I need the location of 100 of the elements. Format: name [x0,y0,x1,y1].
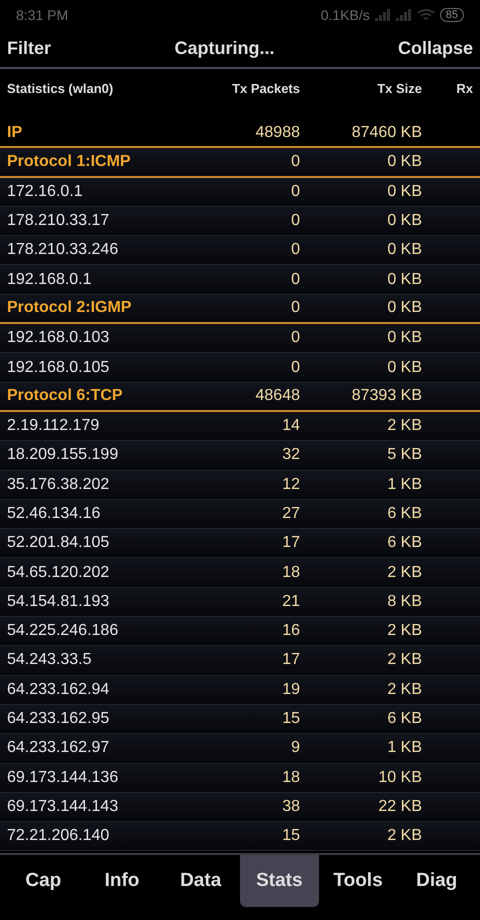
host-address: 178.210.33.17 [7,212,110,230]
tx-size: 0 KB [386,329,422,348]
tx-size: 87460 KB [350,124,422,142]
host-address: 64.233.162.97 [7,739,110,758]
host-row[interactable]: 54.154.81.193 21 8 KB [0,588,480,618]
host-row[interactable]: 64.233.162.94 19 2 KB [0,676,480,705]
tx-size: 2 KB [386,564,422,582]
wifi-icon [416,8,435,22]
nav-tab[interactable]: Info [82,855,162,907]
packet-count: 32 [281,446,300,464]
packet-count: 19 [281,680,300,699]
collapse-button[interactable]: Collapse [398,38,473,59]
protocol-row[interactable]: Protocol 6:TCP 48648 87393 KB [0,382,480,412]
host-address: 69.173.144.143 [7,798,120,816]
tx-size: 1 KB [386,476,422,494]
tx-size: 0 KB [386,270,422,289]
nav-tab[interactable]: Tools [318,855,398,907]
host-row[interactable]: 178.210.33.17 0 0 KB [0,206,480,236]
host-row[interactable]: 54.65.120.202 18 2 KB [0,558,480,588]
protocol-name: Protocol 2:IGMP [7,299,132,318]
packet-count: 21 [281,592,300,611]
tx-size: 6 KB [386,710,422,728]
host-row[interactable]: 69.173.144.136 18 10 KB [0,764,480,793]
tx-size: 87393 KB [350,387,422,406]
tx-size: 8 KB [386,592,422,611]
packet-count: 38 [281,798,300,816]
host-address: 52.46.134.16 [7,505,102,523]
protocol-row[interactable]: Protocol 2:IGMP 0 0 KB [0,294,480,324]
host-address: 54.243.33.5 [7,651,93,670]
packet-count: 17 [281,651,300,670]
packet-count: 0 [290,329,300,348]
column-header: Rx [455,80,473,96]
host-row[interactable]: 52.46.134.16 27 6 KB [0,500,480,530]
tx-size: 0 KB [386,152,422,171]
host-row[interactable]: 64.233.162.95 15 6 KB [0,704,480,734]
host-row[interactable]: 178.210.33.246 0 0 KB [0,236,480,266]
host-address: 178.210.33.246 [7,241,120,260]
tx-size: 1 KB [386,739,422,758]
packet-count: 18 [281,564,300,582]
battery-icon: 85 [440,8,464,22]
filter-button[interactable]: Filter [7,38,52,59]
tx-size: 2 KB [386,651,422,670]
packet-count: 0 [290,299,300,318]
nav-tab[interactable]: Data [161,855,240,907]
packet-count: 0 [290,270,300,289]
packet-count: 0 [290,182,300,201]
tx-size: 2 KB [386,680,422,699]
nav-tab[interactable]: Diag [397,855,476,907]
host-address: 52.201.84.105 [7,534,110,552]
host-row[interactable]: 192.168.0.105 0 0 KB [0,353,480,383]
host-row[interactable]: 35.176.38.202 12 1 KB [0,470,480,500]
packet-count: 48648 [254,387,300,406]
host-row[interactable]: 72.21.206.140 15 2 KB [0,822,480,852]
capture-status: Capturing... [174,38,274,59]
tx-size: 2 KB [386,622,422,640]
host-row[interactable]: 192.168.0.1 0 0 KB [0,265,480,295]
packet-count: 18 [281,768,300,787]
tx-size: 2 KB [386,827,422,846]
packet-count: 0 [290,358,300,377]
host-row[interactable]: 2.19.112.179 14 2 KB [0,412,480,442]
tx-size: 0 KB [386,212,422,230]
host-row[interactable]: 18.209.155.199 32 5 KB [0,441,480,471]
host-row[interactable]: 172.16.0.1 0 0 KB [0,178,480,207]
packet-count: 15 [281,710,300,728]
tx-size: 0 KB [386,182,422,201]
host-row[interactable]: 54.243.33.5 17 2 KB [0,646,480,676]
column-header: Tx Size [376,80,422,96]
packet-count: 0 [290,152,300,171]
tx-size: 0 KB [386,241,422,260]
signal-icon [374,9,391,21]
host-address: 54.65.120.202 [7,564,110,582]
protocol-row[interactable]: Protocol 1:ICMP 0 0 KB [0,148,480,178]
nav-tab[interactable]: Stats [240,855,319,907]
tx-size: 5 KB [386,446,422,464]
packet-count: 27 [281,505,300,523]
host-address: 192.168.0.1 [7,270,93,289]
host-address: 2.19.112.179 [7,417,100,436]
host-address: 54.225.246.186 [7,622,120,640]
packet-count: 15 [281,827,300,846]
host-address: 172.16.0.1 [7,182,84,201]
host-row[interactable]: 69.173.144.143 38 22 KB [0,792,480,822]
tx-size: 10 KB [377,768,422,787]
protocol-name: Protocol 6:TCP [7,387,124,406]
host-row[interactable]: 192.168.0.103 0 0 KB [0,324,480,354]
packet-count: 12 [281,476,300,494]
host-address: 64.233.162.95 [7,710,110,728]
host-address: 192.168.0.103 [7,329,110,348]
host-row[interactable]: 54.225.246.186 16 2 KB [0,617,480,646]
host-address: 192.168.0.105 [7,358,110,377]
host-address: 54.154.81.193 [7,592,110,611]
host-row[interactable]: 64.233.162.97 9 1 KB [0,734,480,764]
host-address: 35.176.38.202 [7,476,110,494]
nav-tab[interactable]: Cap [4,855,83,907]
host-address: 18.209.155.199 [7,446,120,464]
host-row[interactable]: 52.201.84.105 17 6 KB [0,529,480,558]
column-header: Statistics (wlan0) [7,80,114,96]
packet-count: 0 [290,212,300,230]
packet-count: 9 [290,739,300,758]
tx-size: 0 KB [386,299,422,318]
tx-size: 2 KB [386,417,422,436]
